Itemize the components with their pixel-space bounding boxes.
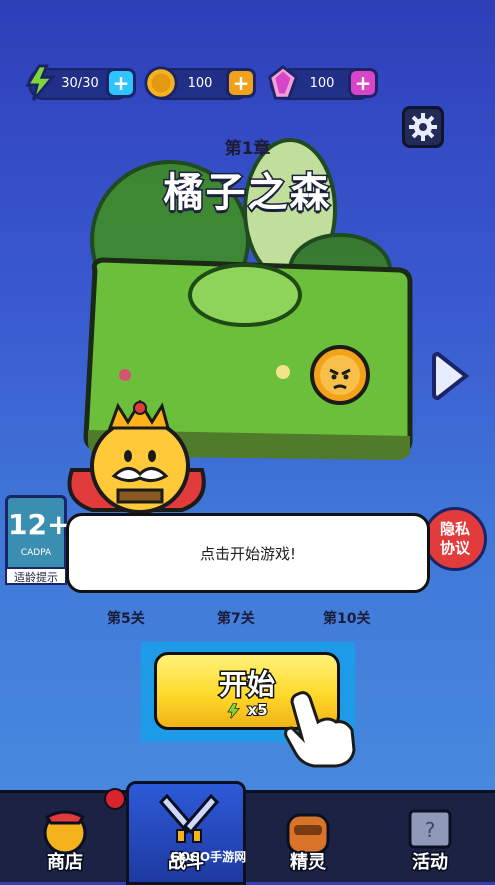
energy-icon — [227, 702, 241, 719]
next-chapter-arrow-icon[interactable] — [432, 350, 472, 402]
privacy-line-2: 协议 — [439, 539, 470, 557]
coin-value: 100 — [187, 76, 213, 91]
chapter-number: 第1章 — [224, 139, 271, 159]
milestone-level-10: 第10关 — [323, 611, 371, 627]
age-rating-org: CADPA — [20, 548, 52, 558]
chapter-title: 橘子之森 — [162, 169, 332, 218]
gem-icon — [268, 65, 298, 100]
tutorial-dialog: 点击开始游戏! — [66, 513, 430, 593]
age-rating-tip: 适龄提示 — [5, 567, 67, 585]
add-coin-button[interactable]: + — [226, 68, 256, 98]
coin-counter: 100 + — [144, 66, 256, 100]
add-gem-button[interactable]: + — [348, 68, 378, 98]
milestone-level-7: 第7关 — [217, 611, 255, 627]
coin-icon — [144, 66, 178, 100]
watermark-logo: GOGO手游网 — [170, 848, 300, 870]
add-energy-button[interactable]: + — [106, 68, 136, 98]
age-rating-number: 12+ — [8, 508, 71, 541]
energy-value: 30/30 — [61, 76, 99, 91]
start-cost-value: x5 — [247, 700, 269, 720]
privacy-line-1: 隐私 — [439, 520, 470, 538]
milestone-level-5: 第5关 — [107, 611, 145, 627]
watermark-text: GOGO手游网 — [170, 850, 247, 864]
notification-dot — [104, 788, 126, 810]
nav-event[interactable]: ? 活动 — [370, 793, 490, 882]
age-rating-badge[interactable]: 12+ CADPA 适龄提示 — [5, 495, 71, 585]
dialog-text: 点击开始游戏! — [199, 544, 296, 563]
pointer-hand-icon — [284, 691, 356, 768]
energy-icon — [25, 64, 56, 102]
gem-counter: 100 + — [268, 65, 378, 100]
king-mascot — [67, 400, 206, 514]
nav-event-label: 活动 — [411, 851, 450, 875]
nav-shop-label: 商店 — [46, 851, 85, 875]
gem-value: 100 — [309, 76, 335, 91]
privacy-policy-button[interactable]: 隐私 协议 — [423, 507, 487, 571]
orange-enemy — [310, 345, 370, 405]
svg-text:?: ? — [425, 818, 436, 842]
energy-counter: 30/30 + — [25, 64, 136, 102]
battle-swords-icon — [159, 793, 219, 843]
